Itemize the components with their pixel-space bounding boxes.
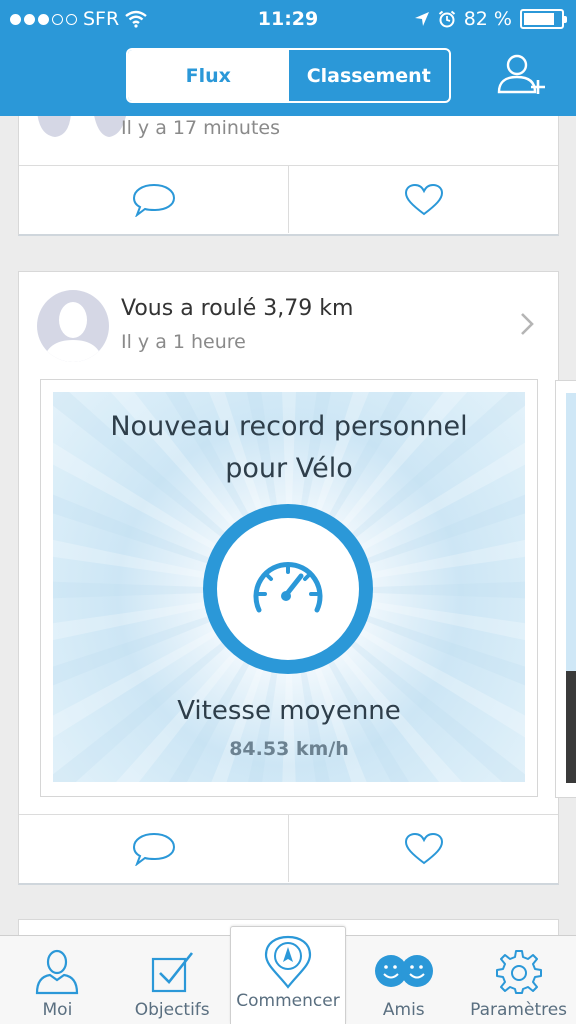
- comment-icon: [132, 832, 175, 866]
- tab-label: Paramètres: [470, 1000, 568, 1020]
- heart-icon: [404, 183, 443, 215]
- tab-moi[interactable]: Moi: [0, 936, 115, 1024]
- record-title-line1: Nouveau record personnel: [110, 411, 468, 442]
- bottom-tab-bar: Moi Objectifs Commencer Amis Paramètres: [0, 926, 576, 1024]
- post-title: Vous a roulé 3,79 km: [121, 296, 354, 321]
- post-time: Il y a 17 minutes: [121, 117, 281, 139]
- feed-card-previous: Il y a 17 minutes: [18, 100, 559, 236]
- tab-label: Objectifs: [134, 1000, 210, 1020]
- record-background: Nouveau record personnel pour Vélo Vites…: [53, 392, 525, 782]
- feed-card-record[interactable]: Vous a roulé 3,79 km Il y a 1 heure Nouv…: [18, 271, 559, 885]
- tab-classement[interactable]: Classement: [289, 50, 450, 101]
- avatar[interactable]: [37, 290, 109, 362]
- default-avatar-icon: [43, 302, 103, 362]
- tab-label: Amis: [382, 1000, 425, 1020]
- record-metric-label: Vitesse moyenne: [177, 696, 401, 726]
- card-actions: [19, 814, 558, 882]
- record-title-line2: pour Vélo: [225, 453, 353, 484]
- record-metric-value: 84.53 km/h: [229, 738, 349, 760]
- battery-percent: 82 %: [463, 8, 512, 30]
- speed-badge: [203, 504, 373, 674]
- status-bar: SFR 11:29 82 %: [0, 0, 576, 40]
- record-panel: Nouveau record personnel pour Vélo Vites…: [40, 379, 538, 797]
- record-title: Nouveau record personnel pour Vélo: [53, 406, 525, 490]
- next-record-panel-peek[interactable]: [555, 380, 576, 798]
- card-actions: [19, 165, 558, 233]
- tab-label: Moi: [42, 1000, 73, 1020]
- like-button[interactable]: [288, 166, 558, 233]
- like-button[interactable]: [288, 815, 558, 882]
- tab-commencer[interactable]: Commencer: [229, 926, 347, 1024]
- compass-pin-icon: [264, 935, 312, 989]
- comment-button[interactable]: [19, 815, 288, 882]
- app-header: SFR 11:29 82 % Flux Classement: [0, 0, 576, 116]
- gear-icon: [495, 950, 542, 994]
- heart-icon: [404, 832, 443, 864]
- comment-icon: [132, 183, 175, 217]
- alarm-icon: [438, 10, 455, 28]
- tab-parametres[interactable]: Paramètres: [461, 936, 576, 1024]
- add-user-icon[interactable]: [496, 52, 548, 96]
- battery-icon: [520, 9, 567, 29]
- post-time: Il y a 1 heure: [121, 331, 246, 353]
- tab-objectifs[interactable]: Objectifs: [115, 936, 230, 1024]
- comment-button[interactable]: [19, 166, 288, 233]
- battery-fill: [524, 13, 554, 25]
- status-right: 82 %: [414, 8, 567, 30]
- feed-segmented-control: Flux Classement: [126, 48, 451, 103]
- friends-icon: [374, 955, 433, 987]
- chevron-right-icon[interactable]: [520, 312, 534, 336]
- tab-label: Commencer: [236, 991, 340, 1011]
- tab-flux[interactable]: Flux: [128, 50, 289, 101]
- location-arrow-icon: [414, 12, 429, 26]
- tab-amis[interactable]: Amis: [346, 936, 461, 1024]
- checkbox-icon: [152, 952, 194, 993]
- person-icon: [36, 949, 79, 995]
- speedometer-icon: [253, 561, 323, 613]
